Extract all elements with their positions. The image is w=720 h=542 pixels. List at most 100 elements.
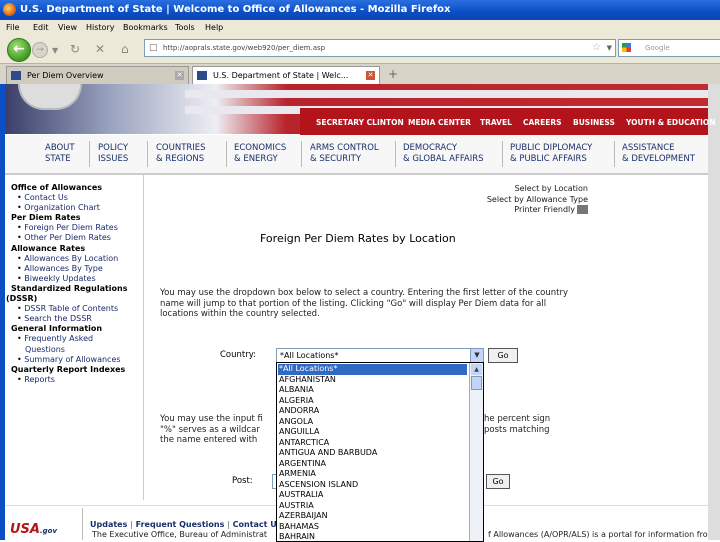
nav-about-state[interactable]: ABOUT STATE — [45, 143, 75, 165]
menu-bookmarks[interactable]: Bookmarks — [123, 20, 168, 35]
dropdown-option[interactable]: ARMENIA — [278, 469, 467, 480]
tab-per-diem-overview[interactable]: Per Diem Overview ✕ — [6, 66, 189, 84]
dropdown-option[interactable]: ANTARCTICA — [278, 438, 467, 449]
dropdown-option[interactable]: ALBANIA — [278, 385, 467, 396]
sidebar-item-biweekly[interactable]: Biweekly Updates — [5, 274, 141, 284]
window-scrollbar[interactable] — [708, 84, 720, 540]
main-navigation: ABOUT STATE POLICY ISSUES COUNTRIES & REGIO… — [5, 135, 708, 175]
sidebar-item-other-per-diem[interactable]: Other Per Diem Rates — [5, 233, 141, 243]
dropdown-option[interactable]: ANDORRA — [278, 406, 467, 417]
menu-view[interactable]: View — [58, 20, 77, 35]
bookmark-star-icon[interactable]: ☆ — [592, 40, 601, 56]
menu-edit[interactable]: Edit — [33, 20, 49, 35]
footer-link-faq[interactable]: Frequent Questions — [136, 520, 225, 529]
dropdown-option[interactable]: AUSTRIA — [278, 501, 467, 512]
sidebar-item-by-type[interactable]: Allowances By Type — [5, 264, 141, 274]
nav-assistance[interactable]: ASSISTANCE & DEVELOPMENT — [622, 143, 695, 165]
menu-tools[interactable]: Tools — [175, 20, 195, 35]
dropdown-option[interactable]: ASCENSION ISLAND — [278, 480, 467, 491]
stop-icon[interactable]: ✕ — [95, 43, 105, 55]
dropdown-option[interactable]: ALGERIA — [278, 396, 467, 407]
nav-label: STATE — [45, 154, 71, 164]
tab-bar: Per Diem Overview ✕ U.S. Department of S… — [0, 63, 720, 84]
sidebar-heading-allowance[interactable]: Allowance Rates — [5, 244, 141, 254]
address-bar[interactable]: □ http://aoprals.state.gov/web920/per_di… — [144, 39, 616, 57]
sidebar-heading-per-diem[interactable]: Per Diem Rates — [5, 213, 141, 223]
sidebar-item-org-chart[interactable]: Organization Chart — [5, 203, 141, 213]
menu-bar: File Edit View History Bookmarks Tools H… — [0, 20, 720, 35]
close-tab-icon[interactable]: ✕ — [366, 71, 375, 80]
footer-link-updates[interactable]: Updates — [90, 520, 127, 529]
nav-democracy[interactable]: DEMOCRACY & GLOBAL AFFAIRS — [403, 143, 484, 165]
history-dropdown-icon[interactable]: ▼ — [52, 45, 58, 57]
sidebar-item-faq-continued[interactable]: Questions — [5, 345, 141, 355]
search-box[interactable]: Google — [618, 39, 720, 57]
printer-icon[interactable] — [577, 205, 588, 214]
sidebar-item-by-location[interactable]: Allowances By Location — [5, 254, 141, 264]
scroll-thumb[interactable] — [471, 376, 482, 390]
dropdown-option[interactable]: ARGENTINA — [278, 459, 467, 470]
link-travel[interactable]: TRAVEL — [480, 118, 512, 127]
post-label: Post: — [232, 476, 253, 486]
tab-welcome[interactable]: U.S. Department of State | Welc... ✕ — [192, 66, 380, 84]
dropdown-option[interactable]: ANGUILLA — [278, 427, 467, 438]
back-button[interactable]: ← — [7, 38, 31, 62]
dropdown-option[interactable]: AUSTRALIA — [278, 490, 467, 501]
sidebar-heading-general[interactable]: General Information — [5, 324, 141, 334]
window-titlebar: U.S. Department of State | Welcome to Of… — [0, 0, 720, 20]
nav-economics-energy[interactable]: ECONOMICS & ENERGY — [234, 143, 286, 165]
nav-countries-regions[interactable]: COUNTRIES & REGIONS — [156, 143, 206, 165]
dropdown-option[interactable]: *All Locations* — [278, 364, 467, 375]
menu-help[interactable]: Help — [205, 20, 223, 35]
nav-arms-control[interactable]: ARMS CONTROL & SECURITY — [310, 143, 379, 165]
dropdown-option[interactable]: BAHAMAS — [278, 522, 467, 533]
country-select[interactable]: *All Locations* ▼ — [276, 348, 484, 363]
link-business[interactable]: BUSINESS — [573, 118, 615, 127]
link-printer-friendly[interactable]: Printer Friendly — [514, 205, 575, 214]
sidebar-item-search-dssr[interactable]: Search the DSSR — [5, 314, 141, 324]
dropdown-option[interactable]: ANTIGUA AND BARBUDA — [278, 448, 467, 459]
dropdown-option[interactable]: BAHRAIN — [278, 532, 467, 541]
sidebar-item-foreign-per-diem[interactable]: Foreign Per Diem Rates — [5, 223, 141, 233]
link-careers[interactable]: CAREERS — [523, 118, 562, 127]
scroll-up-icon[interactable]: ▲ — [471, 364, 482, 375]
sidebar-item-faq[interactable]: Frequently Asked — [5, 334, 141, 344]
link-select-location[interactable]: Select by Location — [470, 184, 588, 195]
usa-gov-logo[interactable]: USA.gov — [10, 522, 57, 537]
new-tab-icon[interactable]: + — [388, 66, 398, 82]
menu-history[interactable]: History — [86, 20, 114, 35]
page-options: Select by Location Select by Allowance T… — [470, 184, 588, 216]
dropdown-option[interactable]: AFGHANISTAN — [278, 375, 467, 386]
dropdown-scrollbar[interactable]: ▲ — [469, 363, 483, 541]
post-go-button[interactable]: Go — [486, 474, 510, 489]
sidebar-item-dssr-toc[interactable]: DSSR Table of Contents — [5, 304, 141, 314]
sidebar-heading-quarterly[interactable]: Quarterly Report Indexes — [5, 365, 141, 375]
link-media-center[interactable]: MEDIA CENTER — [408, 118, 471, 127]
home-icon[interactable]: ⌂ — [121, 43, 129, 55]
url-dropdown-icon[interactable]: ▼ — [607, 40, 612, 56]
dropdown-option[interactable]: AZERBAIJAN — [278, 511, 467, 522]
country-dropdown-list[interactable]: ▲ *All Locations* AFGHANISTAN ALBANIA ALGER… — [276, 362, 484, 542]
sidebar-heading-dssr[interactable]: Standardized Regulations — [5, 284, 141, 294]
sidebar-heading-office[interactable]: Office of Allowances — [5, 183, 141, 193]
link-youth-education[interactable]: YOUTH & EDUCATION — [626, 118, 716, 127]
sidebar-item-reports[interactable]: Reports — [5, 375, 141, 385]
sidebar-item-contact[interactable]: Contact Us — [5, 193, 141, 203]
dropdown-option[interactable]: ANGOLA — [278, 417, 467, 428]
link-select-allowance-type[interactable]: Select by Allowance Type — [470, 195, 588, 206]
close-tab-icon[interactable]: ✕ — [175, 71, 184, 80]
sidebar-item-summary[interactable]: Summary of Allowances — [5, 355, 141, 365]
google-icon — [622, 43, 631, 52]
menu-file[interactable]: File — [6, 20, 19, 35]
intro-text: You may use the dropdown box below to se… — [160, 288, 568, 319]
nav-public-diplomacy[interactable]: PUBLIC DIPLOMACY & PUBLIC AFFAIRS — [510, 143, 592, 165]
forward-button[interactable]: → — [32, 42, 48, 58]
nav-policy-issues[interactable]: POLICY ISSUES — [98, 143, 128, 165]
link-secretary[interactable]: SECRETARY CLINTON — [316, 118, 404, 127]
go-button[interactable]: Go — [488, 348, 518, 363]
nav-label: COUNTRIES — [156, 143, 206, 153]
chevron-down-icon[interactable]: ▼ — [470, 349, 483, 362]
reload-icon[interactable]: ↻ — [70, 43, 80, 55]
footer-link-contact[interactable]: Contact U — [233, 520, 277, 529]
link-printer-friendly-row[interactable]: Printer Friendly — [470, 205, 588, 216]
